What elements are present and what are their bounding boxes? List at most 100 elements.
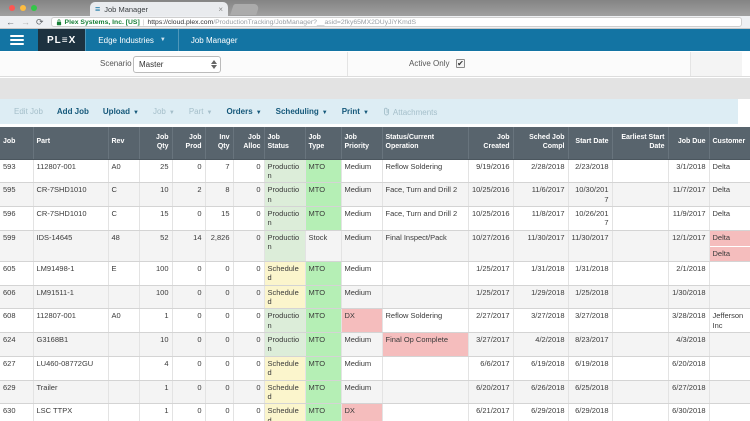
back-icon[interactable]: ← [6,17,15,27]
cell-earliest-start-date [612,308,669,333]
cell-job: 596 [0,206,34,231]
new-tab-button[interactable] [230,4,260,15]
table-row[interactable]: 629 Trailer 1 0 0 0 Scheduled MTO Medium 6/20/201… [0,380,750,405]
cell-job-priority: Medium [341,285,383,310]
table-row[interactable]: 605 LM91498-1 E 100 0 0 0 Scheduled MTO Medium 1/2… [0,261,750,286]
company-selector[interactable]: Edge Industries ▼ [85,29,179,51]
cell-job-prod: 0 [172,332,206,357]
maximize-window-button[interactable] [31,5,37,11]
column-header-inv-qty[interactable]: Inv Qty [205,127,234,160]
column-header-part[interactable]: Part [33,127,109,160]
reload-icon[interactable]: ⟳ [36,17,44,27]
cell-job-created: 3/27/2017 [468,332,514,357]
cell-rev [108,380,140,405]
scenario-label: Scenario [100,59,132,68]
cell-customer [709,332,750,357]
column-header-job-status[interactable]: Job Status [264,127,306,160]
add-job-button[interactable]: Add Job [57,107,89,116]
cell-job-status: Production [264,159,306,184]
cell-job-status: Production [264,308,306,333]
print-button[interactable]: Print ▼ [342,107,369,116]
table-row[interactable]: 627 LU460-08772GU 4 0 0 0 Scheduled MTO Medium 6/… [0,356,750,381]
cell-job-due: 4/3/2018 [668,332,710,357]
column-header-earliest-start-date[interactable]: Earliest Start Date [612,127,669,160]
table-row[interactable]: 596 CR-7SHD1010 C 15 0 15 0 Production MTO Medium… [0,206,750,231]
cell-sched-job-compl: 6/19/2018 [513,356,569,381]
cell-job: 595 [0,182,34,207]
cell-sched-job-compl: 11/6/2017 [513,182,569,207]
table-row[interactable]: 630 LSC TTPX 1 0 0 0 Scheduled MTO DX 6/21/2017 6/… [0,403,750,421]
cell-start-date: 11/30/2017 [568,230,613,262]
cell-earliest-start-date [612,206,669,231]
active-only-checkbox[interactable]: ✔ [456,59,465,68]
cell-inv-qty: 0 [205,285,234,310]
close-tab-icon[interactable]: × [218,5,223,14]
column-header-job-priority[interactable]: Job Priority [341,127,383,160]
attachments-button: Attachments [383,107,437,117]
menu-icon[interactable] [10,35,24,45]
column-header-job-prod[interactable]: Job Prod [172,127,206,160]
plex-logo[interactable]: PL≡X [38,29,86,51]
grid-header-row: Job Part Rev Job Qty Job Prod Inv Qty Job Allo… [0,127,750,160]
column-header-operation[interactable]: Status/Current Operation [382,127,469,160]
cell-inv-qty: 0 [205,380,234,405]
scheduling-button[interactable]: Scheduling ▼ [276,107,328,116]
table-row[interactable]: 599 IDS-14645 48 52 14 2,826 0 Production Stock M… [0,230,750,262]
cell-part: LU460-08772GU [33,356,109,381]
column-header-job-alloc[interactable]: Job Alloc [233,127,265,160]
cell-part: 112807-001 [33,159,109,184]
browser-tab[interactable]: ≡ Job Manager × [90,2,228,16]
close-window-button[interactable] [9,5,15,11]
column-header-sched-job-compl[interactable]: Sched Job Compl [513,127,569,160]
cell-job-status: Production [264,206,306,231]
column-header-job-due[interactable]: Job Due [668,127,710,160]
cell-start-date: 6/25/2018 [568,380,613,405]
table-row[interactable]: 595 CR-7SHD1010 C 10 2 8 0 Production MTO Medium F… [0,182,750,207]
cell-inv-qty: 0 [205,403,234,421]
cell-job-type: MTO [305,285,342,310]
cell-part: CR-7SHD1010 [33,206,109,231]
forward-icon[interactable]: → [21,17,30,27]
column-header-job[interactable]: Job [0,127,34,160]
cell-job-prod: 0 [172,380,206,405]
minimize-window-button[interactable] [20,5,26,11]
cell-start-date: 10/30/2017 [568,182,613,207]
cell-job: 608 [0,308,34,333]
cell-customer [709,285,750,310]
active-only-label: Active Only [409,59,450,68]
column-header-customer[interactable]: Customer [709,127,750,160]
cell-operation: Final Inspect/Pack [382,230,469,262]
cell-part: IDS-14645 [33,230,109,262]
cell-job-priority: Medium [341,230,383,262]
table-row[interactable]: 608 112807-001 A0 1 0 0 0 Production MTO DX Reflow… [0,308,750,333]
cell-earliest-start-date [612,403,669,421]
cell-job-prod: 0 [172,261,206,286]
upload-button[interactable]: Upload ▼ [103,107,139,116]
scenario-select[interactable]: Master [133,56,221,73]
spacer-band [0,78,750,99]
cell-job-type: Stock [305,230,342,262]
cell-job-qty: 1 [139,403,173,421]
table-row[interactable]: 593 112807-001 A0 25 0 7 0 Production MTO Medium R… [0,159,750,184]
cell-sched-job-compl: 6/26/2018 [513,380,569,405]
cell-customer: Delta [709,159,750,184]
cell-job-qty: 52 [139,230,173,262]
column-header-job-created[interactable]: Job Created [468,127,514,160]
cell-job-qty: 1 [139,308,173,333]
address-bar[interactable]: Plex Systems, Inc. [US] | https://cloud.… [50,17,742,27]
table-row[interactable]: 606 LM91511-1 100 0 0 0 Scheduled MTO Medium 1/25… [0,285,750,310]
orders-button[interactable]: Orders ▼ [226,107,261,116]
column-header-job-type[interactable]: Job Type [305,127,342,160]
column-header-start-date[interactable]: Start Date [568,127,613,160]
cell-job-status: Scheduled [264,285,306,310]
chevron-down-icon: ▼ [362,110,369,116]
cell-sched-job-compl: 3/27/2018 [513,308,569,333]
cell-earliest-start-date [612,230,669,262]
column-header-job-qty[interactable]: Job Qty [139,127,173,160]
edit-job-button: Edit Job [14,107,43,116]
scenario-value: Master [139,60,164,69]
column-header-rev[interactable]: Rev [108,127,140,160]
cell-customer: Jefferson Inc [709,308,750,333]
cell-job-priority: DX [341,403,383,421]
table-row[interactable]: 624 G3168B1 10 0 0 0 Production MTO Medium Final … [0,332,750,357]
